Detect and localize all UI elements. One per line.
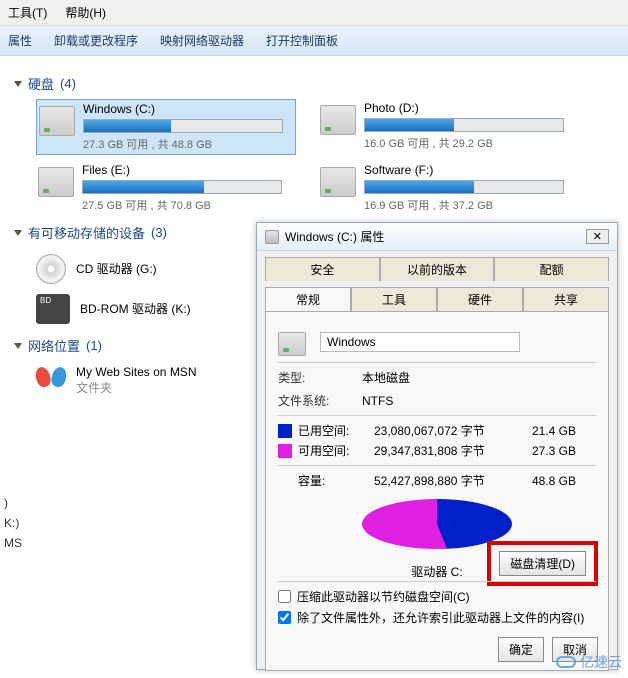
capacity-bytes: 52,427,898,880 字节 [374,472,514,489]
section-count: (3) [151,225,167,240]
disk-cleanup-button[interactable]: 磁盘清理(D) [499,551,586,576]
section-harddrives[interactable]: 硬盘 (4) [14,74,614,93]
tab-general[interactable]: 常规 [265,287,351,311]
section-label: 网络位置 [28,336,80,355]
used-label: 已用空间: [298,422,368,439]
tabs-row-front: 常规 工具 硬件 共享 [257,281,617,311]
drive-usage-text: 16.9 GB 可用 , 共 37.2 GB [364,197,576,213]
compress-checkbox[interactable] [278,590,291,603]
tab-quota[interactable]: 配额 [494,257,609,281]
drive-windows-c[interactable]: Windows (C:) 27.3 GB 可用 , 共 48.8 GB [36,99,296,155]
drive-software-f[interactable]: Software (F:) 16.9 GB 可用 , 共 37.2 GB [318,161,578,215]
harddrive-icon [39,106,75,136]
network-item-sub: 文件夹 [76,379,196,396]
drive-mini-icon [265,230,279,244]
section-label: 硬盘 [28,74,54,93]
drive-label: Files (E:) [82,163,294,177]
properties-dialog: Windows (C:) 属性 ✕ 安全 以前的版本 配额 常规 工具 硬件 共… [256,222,618,670]
toolbar-uninstall[interactable]: 卸载或更改程序 [54,32,138,49]
tab-hardware[interactable]: 硬件 [437,287,523,311]
toolbar-control-panel[interactable]: 打开控制面板 [266,32,338,49]
tab-previous-versions[interactable]: 以前的版本 [380,257,495,281]
free-bytes: 29,347,831,808 字节 [374,442,514,459]
capacity-label: 容量: [298,472,368,489]
drive-large-icon [278,332,306,356]
toolbar-map-drive[interactable]: 映射网络驱动器 [160,32,244,49]
tab-security[interactable]: 安全 [265,257,380,281]
filesystem-value: NTFS [362,394,393,408]
drive-usage-bar [83,119,283,133]
drive-label: BD-ROM 驱动器 (K:) [80,300,191,317]
watermark: 亿速云 [556,652,622,672]
free-swatch-icon [278,444,292,458]
sidebar-fragment: ) K:) MS [0,490,22,556]
tabs-row-back: 安全 以前的版本 配额 [257,251,617,281]
drive-usage-bar [364,180,564,194]
dialog-titlebar[interactable]: Windows (C:) 属性 ✕ [257,223,617,251]
bdrom-icon [36,294,70,324]
menu-help[interactable]: 帮助(H) [65,4,106,21]
used-bytes: 23,080,067,072 字节 [374,422,514,439]
drive-usage-text: 27.3 GB 可用 , 共 48.8 GB [83,136,293,152]
volume-name-input[interactable] [320,332,520,352]
drive-usage-text: 16.0 GB 可用 , 共 29.2 GB [364,135,576,151]
toolbar: 属性 卸载或更改程序 映射网络驱动器 打开控制面板 [0,26,628,56]
harddrive-icon [320,167,356,197]
tab-tools[interactable]: 工具 [351,287,437,311]
drive-usage-bar [82,180,282,194]
cloud-icon [556,656,576,668]
drive-label: CD 驱动器 (G:) [76,260,157,277]
drive-files-e[interactable]: Files (E:) 27.5 GB 可用 , 共 70.8 GB [36,161,296,215]
filesystem-label: 文件系统: [278,392,348,409]
dialog-title-text: Windows (C:) 属性 [285,228,384,245]
section-label: 有可移动存储的设备 [28,223,145,242]
free-label: 可用空间: [298,442,368,459]
used-gb: 21.4 GB [520,424,576,438]
close-button[interactable]: ✕ [586,229,609,244]
chevron-down-icon [14,81,22,87]
section-count: (4) [60,76,76,91]
indexing-label: 除了文件属性外，还允许索引此驱动器上文件的内容(I) [297,609,584,626]
harddrive-icon [320,105,356,135]
capacity-gb: 48.8 GB [520,474,576,488]
harddrive-icon [38,167,74,197]
ok-button[interactable]: 确定 [498,637,544,662]
drive-usage-text: 27.5 GB 可用 , 共 70.8 GB [82,197,294,213]
drive-label: Windows (C:) [83,102,293,116]
indexing-checkbox[interactable] [278,611,291,624]
menu-tools[interactable]: 工具(T) [8,4,47,21]
tab-sharing[interactable]: 共享 [523,287,609,311]
chevron-down-icon [14,343,22,349]
type-label: 类型: [278,369,348,386]
menubar: 工具(T) 帮助(H) [0,0,628,26]
chevron-down-icon [14,230,22,236]
drive-photo-d[interactable]: Photo (D:) 16.0 GB 可用 , 共 29.2 GB [318,99,578,155]
msn-icon [36,367,66,395]
section-count: (1) [86,338,102,353]
network-item-name: My Web Sites on MSN [76,365,196,379]
toolbar-properties[interactable]: 属性 [8,32,32,49]
tab-body-general: 类型: 本地磁盘 文件系统: NTFS 已用空间: 23,080,067,072… [265,311,609,671]
type-value: 本地磁盘 [362,369,410,386]
cd-icon [36,254,66,284]
drive-label: Software (F:) [364,163,576,177]
used-swatch-icon [278,424,292,438]
drive-usage-bar [364,118,564,132]
free-gb: 27.3 GB [520,444,576,458]
drive-label: Photo (D:) [364,101,576,115]
compress-label: 压缩此驱动器以节约磁盘空间(C) [297,588,470,605]
